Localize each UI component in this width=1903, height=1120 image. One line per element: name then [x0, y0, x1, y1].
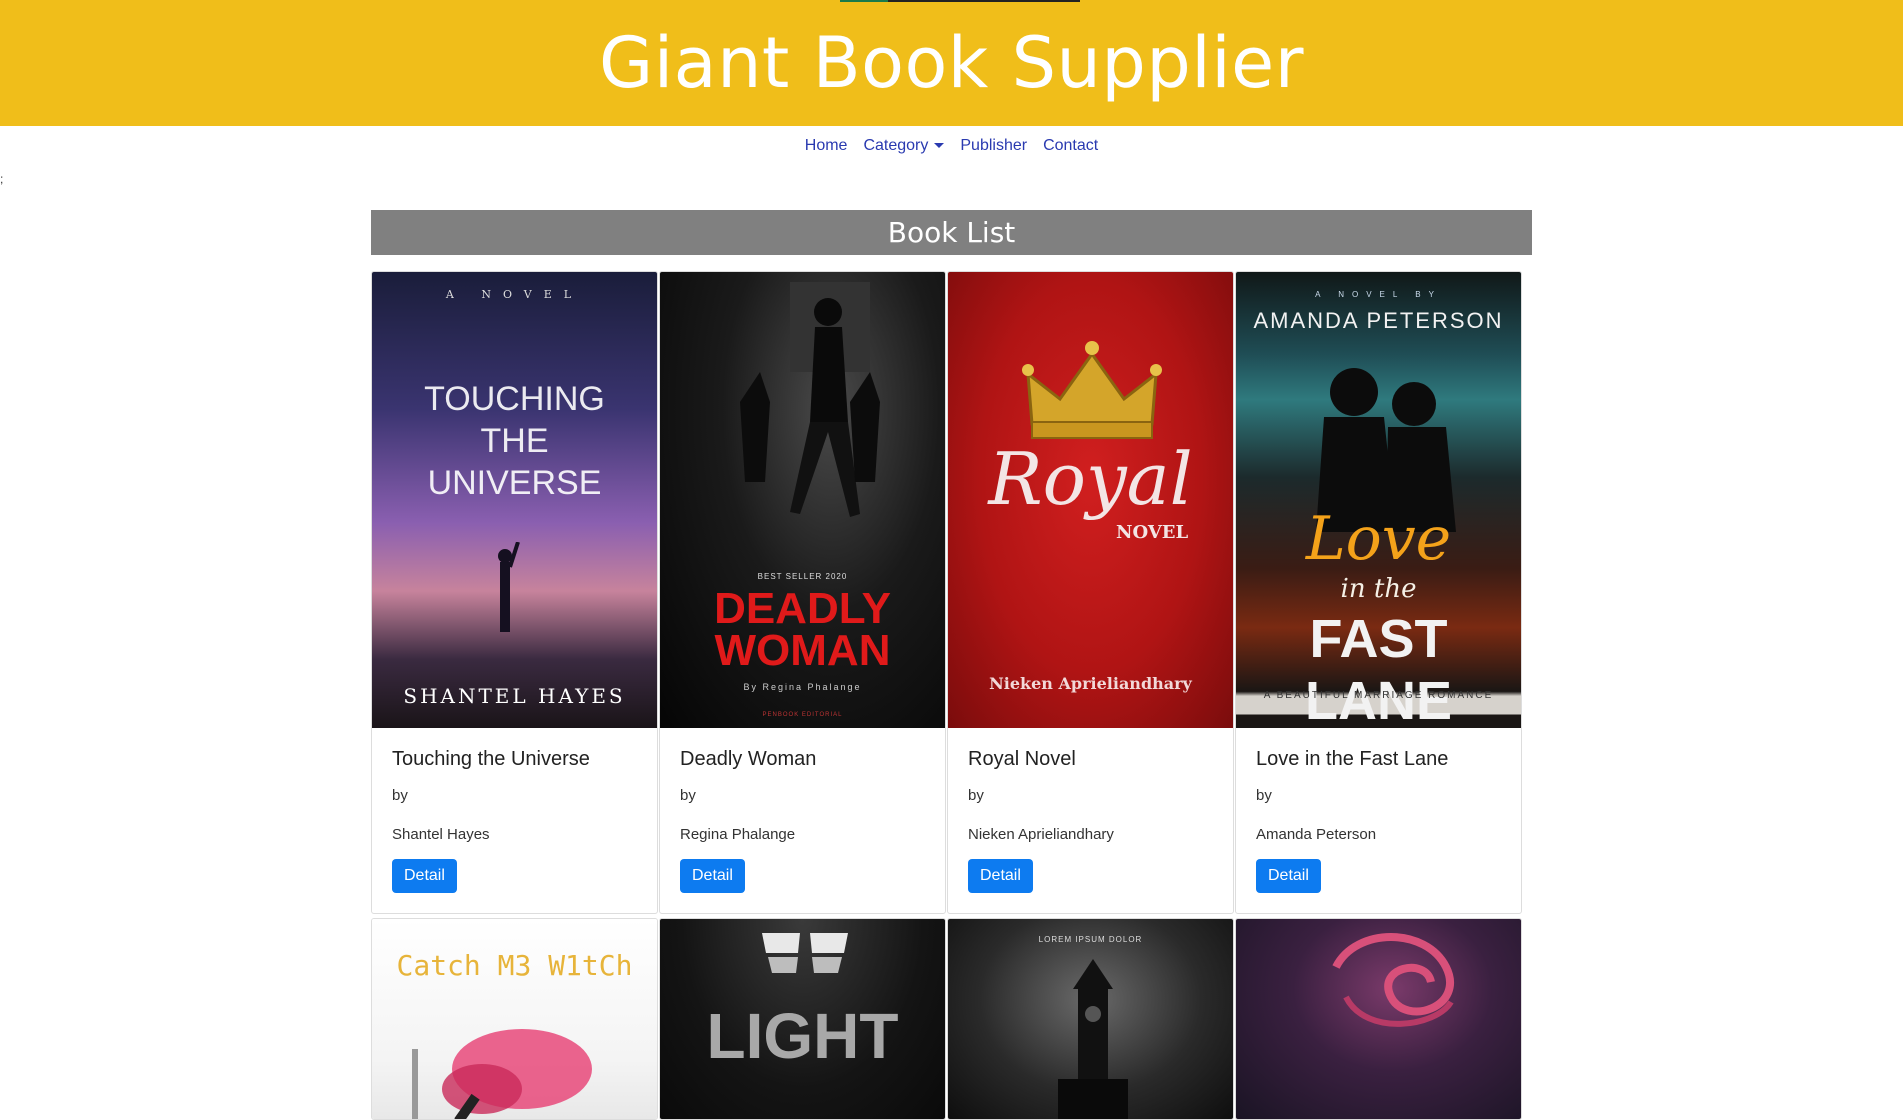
card-body: Touching the Universe by Shantel Hayes D…: [372, 728, 657, 913]
book-cover[interactable]: BEST SELLER 2020 DEADLY WOMAN By Regina …: [660, 272, 945, 728]
cover-author-text: SHANTEL HAYES: [403, 684, 626, 708]
book-card: BEST SELLER 2020 DEADLY WOMAN By Regina …: [659, 271, 946, 914]
astronaut-figure-icon: [498, 542, 520, 632]
book-author: Nieken Aprieliandhary: [968, 826, 1114, 843]
cover-title-mid: in the: [1340, 574, 1417, 604]
book-title: Love in the Fast Lane: [1256, 748, 1449, 770]
abstract-swirl-icon: [1332, 933, 1454, 1027]
book-cover[interactable]: A NOVEL TOUCHING THE UNIVERSE SHANTEL HA…: [372, 272, 657, 728]
card-body: Love in the Fast Lane by Amanda Peterson…: [1236, 728, 1521, 913]
cover-byline: By Regina Phalange: [743, 682, 862, 692]
book-author: Shantel Hayes: [392, 826, 490, 843]
main-nav: Home Category Publisher Contact: [0, 126, 1903, 166]
smoke-flare-icon: [412, 1029, 592, 1119]
cover-title-script: Royal: [988, 437, 1193, 521]
nav-contact[interactable]: Contact: [1043, 137, 1098, 155]
book-card: A NOVEL BY AMANDA PETERSON Love in the F…: [1235, 271, 1522, 914]
book-author: Regina Phalange: [680, 826, 796, 843]
book-cover[interactable]: Catch M3 W1tCh: [372, 919, 657, 1119]
card-body: Deadly Woman by Regina Phalange Detail: [660, 728, 945, 913]
book-by-label: by: [392, 787, 408, 804]
book-by-label: by: [1256, 787, 1272, 804]
nav-category[interactable]: Category: [863, 137, 945, 155]
book-cover[interactable]: Royal NOVEL Nieken Aprieliandhary: [948, 272, 1233, 728]
book-card: Catch M3 W1tCh: [371, 918, 658, 1120]
nav-category-label: Category: [863, 137, 929, 154]
detail-button[interactable]: Detail: [968, 859, 1033, 893]
cover-imprint: PENBOOK EDITORIAL: [762, 712, 843, 718]
cover-title: LIGHT: [706, 1000, 899, 1072]
book-grid: A NOVEL TOUCHING THE UNIVERSE SHANTEL HA…: [371, 271, 1523, 1120]
site-header: Giant Book Supplier: [0, 0, 1903, 126]
book-cover[interactable]: LOREM IPSUM DOLOR: [948, 919, 1233, 1119]
window-light-icon: [762, 933, 848, 973]
site-title: Giant Book Supplier: [598, 22, 1305, 104]
book-card: LIGHT: [659, 918, 946, 1120]
book-by-label: by: [680, 787, 696, 804]
cover-top-text: A NOVEL BY: [1315, 290, 1442, 299]
card-body: Royal Novel by Nieken Aprieliandhary Det…: [948, 728, 1233, 913]
cover-title-line: WOMAN: [714, 626, 891, 675]
stray-text: ;: [0, 172, 4, 186]
book-title: Royal Novel: [968, 748, 1076, 770]
cover-author-text: Nieken Aprieliandhary: [989, 674, 1192, 693]
book-title: Touching the Universe: [392, 748, 590, 770]
book-by-label: by: [968, 787, 984, 804]
cover-top-text: LOREM IPSUM DOLOR: [1038, 935, 1143, 944]
cover-badge: BEST SELLER 2020: [757, 572, 848, 581]
book-card: LOREM IPSUM DOLOR: [947, 918, 1234, 1120]
cover-title-line: UNIVERSE: [427, 464, 602, 502]
detail-button[interactable]: Detail: [1256, 859, 1321, 893]
nav-publisher[interactable]: Publisher: [960, 137, 1027, 155]
book-title: Deadly Woman: [680, 748, 817, 770]
section-title: Book List: [371, 210, 1532, 255]
crown-icon: [1022, 341, 1162, 439]
cover-top-text: A NOVEL: [445, 288, 584, 301]
cover-author-text: AMANDA PETERSON: [1253, 308, 1504, 333]
cover-title-block: FAST LANE: [1305, 609, 1452, 728]
cover-title-script: Love: [1305, 504, 1452, 574]
book-author: Amanda Peterson: [1256, 826, 1377, 843]
book-card: Royal NOVEL Nieken Aprieliandhary Royal …: [947, 271, 1234, 914]
woman-silhouette-icon: [740, 282, 880, 517]
nav-home[interactable]: Home: [805, 137, 848, 155]
caret-down-icon: [934, 143, 945, 149]
top-strip-accent: [840, 0, 888, 2]
book-card: [1235, 918, 1522, 1120]
clock-tower-icon: [1058, 959, 1128, 1119]
book-cover[interactable]: LIGHT: [660, 919, 945, 1119]
book-card: A NOVEL TOUCHING THE UNIVERSE SHANTEL HA…: [371, 271, 658, 914]
book-cover[interactable]: [1236, 919, 1521, 1119]
book-cover[interactable]: A NOVEL BY AMANDA PETERSON Love in the F…: [1236, 272, 1521, 728]
detail-button[interactable]: Detail: [680, 859, 745, 893]
cover-tagline: A BEAUTIFUL MARRIAGE ROMANCE: [1263, 690, 1494, 701]
cover-title: Catch M3 W1tCh: [396, 949, 633, 982]
cover-subtitle: NOVEL: [1116, 522, 1189, 543]
cover-title-line: THE: [480, 422, 549, 460]
detail-button[interactable]: Detail: [392, 859, 457, 893]
cover-title-line: TOUCHING: [424, 380, 605, 418]
